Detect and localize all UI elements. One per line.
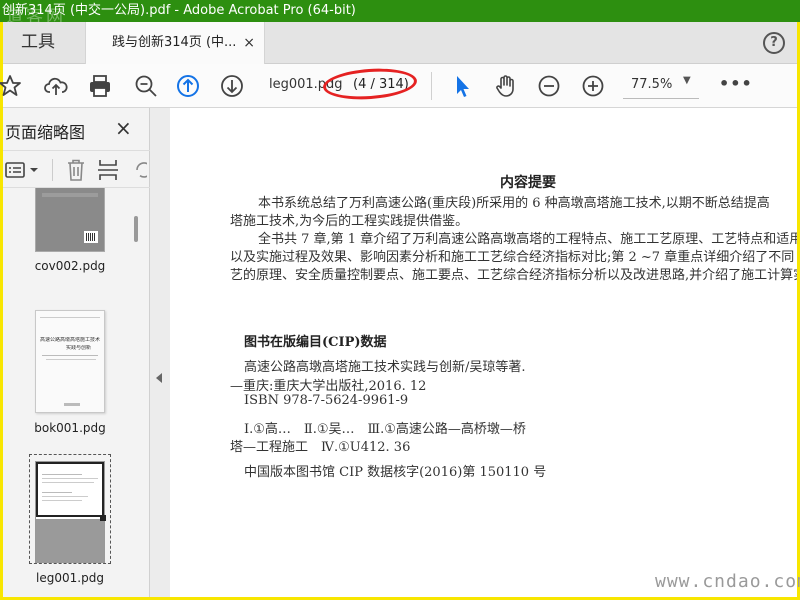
star-icon[interactable] bbox=[0, 73, 23, 99]
zoom-out-search-icon[interactable] bbox=[133, 73, 159, 99]
panel-title: 页面缩略图 bbox=[5, 123, 86, 142]
zoom-level[interactable]: 77.5% bbox=[631, 77, 672, 92]
toolbar-divider bbox=[431, 72, 432, 100]
tab-document[interactable]: 践与创新314页 (中... × bbox=[85, 22, 265, 64]
zoom-dropdown-icon[interactable]: ▼ bbox=[683, 75, 691, 86]
cip-line: 塔—工程施工 Ⅳ.①U412. 36 bbox=[230, 440, 411, 455]
collapse-arrow-icon[interactable] bbox=[156, 373, 162, 383]
tab-close-icon[interactable]: × bbox=[243, 22, 255, 64]
cip-line: 中国版本图书馆 CIP 数据核字(2016)第 150110 号 bbox=[244, 465, 547, 480]
select-arrow-icon[interactable] bbox=[449, 73, 475, 99]
annotation-circle bbox=[322, 65, 418, 103]
page-up-icon[interactable] bbox=[175, 73, 201, 99]
tab-bar: 工具 践与创新314页 (中... × ? bbox=[3, 22, 797, 64]
document-heading: 内容提要 bbox=[500, 175, 556, 191]
window-title: 创新314页 (中交一公局).pdf - Adobe Acrobat Pro (… bbox=[2, 3, 356, 18]
more-icon[interactable]: ••• bbox=[719, 74, 753, 93]
document-paragraph-line: 艺的原理、安全质量控制要点、施工要点、工艺综合经济指标分析以及改进思路,并介绍了… bbox=[230, 268, 797, 283]
upload-cloud-icon[interactable] bbox=[43, 73, 69, 99]
thumbnail-legal-page-image[interactable] bbox=[35, 461, 106, 563]
thumbnail-options-icon[interactable] bbox=[5, 160, 41, 184]
tab-document-label: 践与创新314页 (中... bbox=[112, 35, 237, 50]
thumbnail-cover-image[interactable] bbox=[35, 188, 105, 252]
zoom-minus-icon[interactable] bbox=[536, 73, 562, 99]
cip-line: ISBN 978-7-5624-9961-9 bbox=[244, 393, 409, 408]
thumbnail-label: leg001.pdg bbox=[36, 571, 104, 585]
rotate-page-icon[interactable] bbox=[133, 158, 147, 186]
thumbnail-toolbar bbox=[3, 150, 150, 188]
print-icon[interactable] bbox=[87, 73, 113, 99]
thumbnail-title-page-image[interactable]: 高速公路高墩高塔施工技术 实践与创新 bbox=[35, 310, 105, 413]
window-title-bar: 创新314页 (中交一公局).pdf - Adobe Acrobat Pro (… bbox=[0, 0, 800, 22]
document-paragraph-line: 塔施工技术,为今后的工程实践提供借鉴。 bbox=[230, 214, 469, 229]
panel-close-icon[interactable]: × bbox=[115, 116, 132, 140]
page-down-icon[interactable] bbox=[219, 73, 245, 99]
zoom-plus-icon[interactable] bbox=[580, 73, 606, 99]
document-paragraph-line: 以及实施过程及效果、影响因素分析和施工工艺综合经济指标对比;第 2 ~7 章重点… bbox=[230, 250, 795, 265]
document-paragraph-line: 本书系统总结了万利高速公路(重庆段)所采用的 6 种高墩高塔施工技术,以期不断总… bbox=[258, 196, 770, 211]
thumbnail-label: bok001.pdg bbox=[34, 421, 106, 435]
thumbnail-preview-title: 高速公路高墩高塔施工技术 bbox=[40, 337, 100, 343]
cip-line: 高速公路高墩高塔施工技术实践与创新/吴琼等著. bbox=[244, 360, 526, 375]
panel-collapse-strip[interactable] bbox=[150, 108, 170, 597]
cip-line: Ⅰ.①高… Ⅱ.①吴… Ⅲ.①高速公路—高桥墩—桥 bbox=[244, 422, 526, 437]
main-toolbar: leg001.pdg (4 / 314) 77.5% ▼ ••• bbox=[0, 64, 797, 108]
cip-line: —重庆:重庆大学出版社,2016. 12 bbox=[230, 379, 427, 394]
delete-page-icon[interactable] bbox=[65, 158, 87, 186]
document-view[interactable]: 内容提要 本书系统总结了万利高速公路(重庆段)所采用的 6 种高墩高塔施工技术,… bbox=[170, 108, 797, 597]
thumbnails-panel: 页面缩略图 × cov002.pdg 高速公路高墩高塔施工技术 实践与创新 bo… bbox=[3, 108, 150, 597]
thumbnail-scrollbar[interactable] bbox=[134, 216, 138, 242]
cip-heading: 图书在版编目(CIP)数据 bbox=[244, 335, 387, 350]
thumbnail-label: cov002.pdg bbox=[34, 259, 106, 273]
thumbnail-preview-subtitle: 实践与创新 bbox=[66, 345, 92, 351]
site-watermark: www.cndao.com bbox=[655, 571, 800, 592]
insert-page-icon[interactable] bbox=[97, 158, 119, 186]
zoom-field-underline bbox=[623, 98, 699, 99]
thumbnail-list[interactable]: cov002.pdg 高速公路高墩高塔施工技术 实践与创新 bok001.pdg… bbox=[3, 188, 150, 597]
help-icon[interactable]: ? bbox=[763, 32, 785, 54]
hand-icon[interactable] bbox=[493, 73, 519, 99]
thumbnail-toolbar-divider bbox=[52, 159, 53, 181]
document-paragraph-line: 全书共 7 章,第 1 章介绍了万利高速公路高墩高塔的工程特点、施工工艺原理、工… bbox=[258, 232, 797, 247]
tab-tools[interactable]: 工具 bbox=[3, 22, 85, 63]
